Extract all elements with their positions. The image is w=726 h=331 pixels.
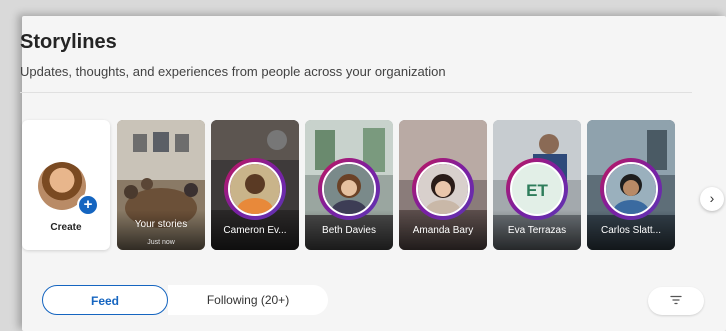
story-tile-cameron[interactable]: Cameron Ev... <box>211 120 299 250</box>
avatar <box>416 162 470 216</box>
story-avatar-ring: ET <box>506 158 568 220</box>
story-tile-eva[interactable]: ET Eva Terrazas <box>493 120 581 250</box>
story-avatar-ring <box>600 158 662 220</box>
story-tile-beth[interactable]: Beth Davies <box>305 120 393 250</box>
story-name: Beth Davies <box>322 225 376 236</box>
tab-feed[interactable]: Feed <box>42 285 168 315</box>
create-label: Create <box>50 222 82 233</box>
page-subtitle: Updates, thoughts, and experiences from … <box>20 64 446 79</box>
plus-icon: + <box>77 194 99 216</box>
tab-following[interactable]: Following (20+) <box>168 285 328 315</box>
page-title: Storylines <box>20 31 117 53</box>
chevron-right-icon[interactable]: › <box>700 187 724 211</box>
story-tile-carlos[interactable]: Carlos Slatt... <box>587 120 675 250</box>
filter-icon <box>670 293 682 308</box>
avatar <box>228 162 282 216</box>
avatar-initials: ET <box>510 162 564 216</box>
story-time: Just now <box>147 239 175 246</box>
story-tile-amanda[interactable]: Amanda Bary <box>399 120 487 250</box>
filter-button[interactable] <box>648 287 704 315</box>
story-avatar-ring <box>318 158 380 220</box>
story-name: Amanda Bary <box>412 225 474 236</box>
story-avatar-ring <box>224 158 286 220</box>
story-name: Carlos Slatt... <box>600 225 662 236</box>
avatar <box>322 162 376 216</box>
story-tile-your-stories[interactable]: Your stories Just now <box>117 120 205 250</box>
story-name: Eva Terrazas <box>507 225 567 236</box>
avatar <box>604 162 658 216</box>
story-name: Cameron Ev... <box>223 225 287 236</box>
create-story-button[interactable]: + Create <box>22 120 110 250</box>
divider <box>20 92 692 93</box>
story-name: Your stories <box>134 219 188 230</box>
story-avatar-ring <box>412 158 474 220</box>
